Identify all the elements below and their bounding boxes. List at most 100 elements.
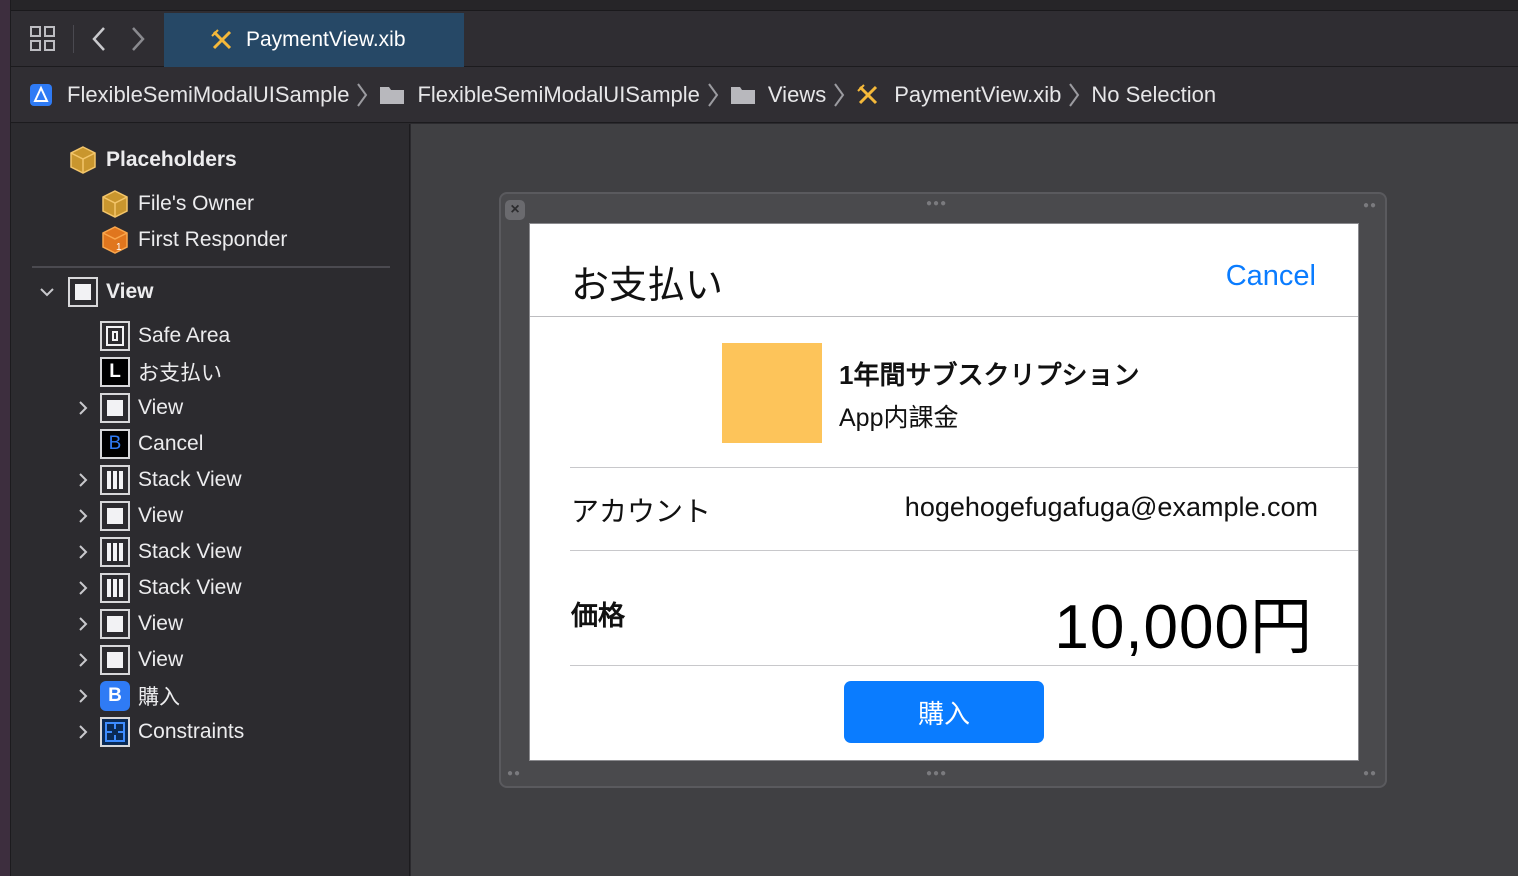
back-chevron-icon[interactable]: [89, 24, 111, 54]
view-icon: [100, 501, 130, 531]
forward-chevron-icon[interactable]: [127, 24, 149, 54]
outline-label: Stack View: [138, 468, 242, 491]
breadcrumb-group[interactable]: FlexibleSemiModalUISample: [379, 82, 700, 108]
product-thumbnail[interactable]: [722, 343, 822, 443]
stack-view-icon: [100, 573, 130, 603]
svg-text:1: 1: [116, 242, 122, 253]
outline-label: File's Owner: [138, 192, 255, 215]
breadcrumb-chevron-icon: [708, 82, 719, 107]
resize-handle-bottom-left[interactable]: ●●: [507, 768, 521, 779]
outline-item-constraints[interactable]: Constraints: [100, 716, 244, 748]
scene-frame[interactable]: × ●●● ●●● ●● ●● ●● お支払い Cancel 1年間サブスクリプ…: [499, 192, 1387, 788]
buy-button[interactable]: 購入: [844, 681, 1044, 743]
account-label[interactable]: アカウント: [571, 490, 711, 530]
outline-label: Placeholders: [106, 148, 237, 171]
tab-label: PaymentView.xib: [246, 28, 406, 51]
outline-item-stack-view[interactable]: Stack View: [100, 536, 242, 568]
resize-handle-bottom[interactable]: ●●●: [926, 768, 947, 779]
outline-item-buy-button[interactable]: B 購入: [100, 680, 180, 712]
outline-item-stack-view[interactable]: Stack View: [100, 572, 242, 604]
outline-label: View: [106, 280, 154, 303]
outline-item-stack-view[interactable]: Stack View: [100, 464, 242, 496]
outline-item-view[interactable]: View: [100, 392, 183, 424]
disclosure-collapsed-icon[interactable]: [74, 615, 92, 633]
button-icon: B: [100, 429, 130, 459]
outline-label: View: [138, 396, 184, 419]
breadcrumb-views[interactable]: Views: [730, 82, 826, 108]
stack-view-icon: [100, 465, 130, 495]
disclosure-expanded-icon[interactable]: [38, 283, 56, 301]
outline-label: Stack View: [138, 576, 242, 599]
xib-icon: [856, 83, 882, 107]
tab-paymentview-xib[interactable]: PaymentView.xib: [164, 13, 464, 67]
outline-item-view[interactable]: View: [100, 644, 183, 676]
outline-label: Stack View: [138, 540, 242, 563]
price-label[interactable]: 価格: [571, 594, 625, 633]
outline-label: 購入: [138, 686, 180, 709]
breadcrumb-selection[interactable]: No Selection: [1091, 82, 1216, 108]
breadcrumb-chevron-icon: [834, 82, 845, 107]
breadcrumb-project[interactable]: FlexibleSemiModalUISample: [29, 82, 349, 108]
resize-handle-top[interactable]: ●●●: [926, 198, 947, 209]
outline-label: View: [138, 504, 184, 527]
payment-view[interactable]: お支払い Cancel 1年間サブスクリプション App内課金 アカウント ho…: [529, 223, 1359, 761]
cancel-button[interactable]: Cancel: [1226, 260, 1316, 293]
account-value[interactable]: hogehogefugafuga@example.com: [905, 492, 1318, 523]
placeholder-cube-icon: [68, 145, 98, 175]
disclosure-collapsed-icon[interactable]: [74, 651, 92, 669]
payment-title[interactable]: お支払い: [571, 254, 723, 309]
placeholder-cube-icon: [100, 189, 130, 219]
row-separator: [570, 467, 1358, 468]
jump-bar: FlexibleSemiModalUISample FlexibleSemiMo…: [11, 67, 1518, 123]
outline-item-cancel[interactable]: B Cancel: [100, 428, 203, 460]
breadcrumb-label: Views: [767, 81, 827, 107]
disclosure-collapsed-icon[interactable]: [74, 471, 92, 489]
app-project-icon: [29, 83, 55, 107]
breadcrumb-file[interactable]: PaymentView.xib: [856, 82, 1061, 108]
outline-item-view[interactable]: View: [100, 608, 183, 640]
outline-label: Constraints: [138, 720, 245, 743]
title-strip: [11, 0, 1518, 11]
related-items-grid-icon[interactable]: [29, 25, 57, 53]
outline-label: お支払い: [138, 362, 222, 385]
outline-label: Safe Area: [138, 324, 231, 347]
disclosure-collapsed-icon[interactable]: [74, 579, 92, 597]
breadcrumb-label: FlexibleSemiModalUISample: [67, 81, 350, 107]
outline-item-view[interactable]: View: [100, 500, 183, 532]
folder-icon: [730, 83, 756, 107]
disclosure-collapsed-icon[interactable]: [74, 687, 92, 705]
outline-item-safe-area[interactable]: Safe Area: [100, 320, 230, 352]
disclosure-collapsed-icon[interactable]: [74, 507, 92, 525]
xib-file-icon: [210, 28, 234, 52]
product-type[interactable]: App内課金: [839, 398, 958, 434]
toolbar-separator: [73, 25, 74, 53]
row-separator: [570, 550, 1358, 551]
outline-view-root[interactable]: View: [68, 276, 153, 308]
disclosure-collapsed-icon[interactable]: [74, 399, 92, 417]
safe-area-icon: [100, 321, 130, 351]
outline-label: View: [138, 612, 184, 635]
view-icon: [68, 277, 98, 307]
outline-first-responder[interactable]: 1 First Responder: [100, 224, 287, 256]
window-edge: [0, 0, 11, 876]
breadcrumb-chevron-icon: [1069, 82, 1080, 107]
outline-files-owner[interactable]: File's Owner: [100, 188, 254, 220]
resize-handle-bottom-right[interactable]: ●●: [1363, 768, 1377, 779]
constraints-icon: [100, 717, 130, 747]
document-outline: Placeholders File's Owner 1 First Respon…: [11, 124, 410, 876]
row-separator: [570, 665, 1358, 666]
outline-divider: [32, 266, 390, 268]
outline-placeholders[interactable]: Placeholders: [68, 144, 237, 176]
breadcrumb-chevron-icon: [357, 82, 368, 107]
outline-label: View: [138, 648, 184, 671]
outline-item-title-label[interactable]: L お支払い: [100, 356, 222, 388]
label-icon: L: [100, 357, 130, 387]
disclosure-collapsed-icon[interactable]: [74, 723, 92, 741]
product-name[interactable]: 1年間サブスクリプション: [839, 355, 1139, 392]
resize-handle-top-right[interactable]: ●●: [1363, 200, 1377, 211]
button-icon: B: [100, 681, 130, 711]
disclosure-collapsed-icon[interactable]: [74, 543, 92, 561]
price-value[interactable]: 10,000円: [1054, 576, 1313, 666]
breadcrumb-label: PaymentView.xib: [894, 81, 1062, 107]
close-icon[interactable]: ×: [505, 200, 525, 220]
